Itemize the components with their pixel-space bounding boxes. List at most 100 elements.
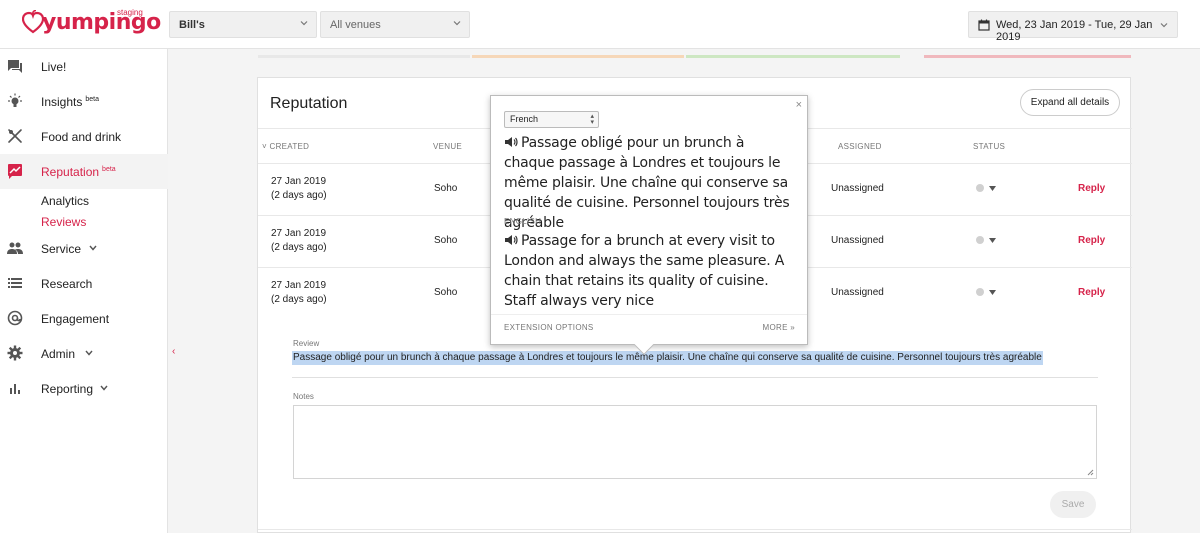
column-header-venue[interactable]: VENUE — [433, 142, 462, 151]
sidebar-item-research[interactable]: Research — [0, 266, 168, 301]
status-indicator[interactable] — [976, 236, 984, 244]
divider — [258, 529, 1132, 530]
staging-badge: staging — [117, 8, 143, 17]
assigned-cell[interactable]: Unassigned — [831, 287, 884, 298]
sidebar-item-label: Food and drink — [41, 130, 122, 144]
review-label: Review — [293, 339, 320, 348]
expand-all-details-button[interactable]: Expand all details — [1020, 89, 1120, 116]
select-arrows-icon: ▴ ▾ — [590, 113, 594, 126]
caret-down-icon[interactable] — [989, 290, 996, 295]
gear-icon — [7, 345, 23, 361]
sidebar-subitem-reviews[interactable]: Reviews — [41, 215, 86, 229]
status-indicator[interactable] — [976, 184, 984, 192]
save-button[interactable]: Save — [1050, 491, 1096, 518]
notes-textarea[interactable] — [293, 405, 1097, 479]
assigned-cell[interactable]: Unassigned — [831, 235, 884, 246]
beta-badge: beta — [85, 96, 99, 103]
extension-options-link[interactable]: EXTENSION OPTIONS — [504, 323, 594, 332]
sidebar-item-reputation[interactable]: Reputation beta — [0, 154, 168, 189]
reply-button[interactable]: Reply — [1078, 183, 1105, 194]
sidebar-item-live[interactable]: Live! — [0, 49, 168, 84]
close-icon[interactable]: × — [796, 99, 802, 111]
reply-button[interactable]: Reply — [1078, 235, 1105, 246]
sidebar-item-food-and-drink[interactable]: Food and drink — [0, 119, 168, 154]
bar-chart-icon — [10, 384, 20, 394]
venue-cell: Soho — [434, 183, 458, 194]
chevron-down-icon — [89, 245, 97, 251]
list-icon — [8, 278, 22, 288]
speaker-icon[interactable] — [504, 234, 518, 246]
notes-label: Notes — [293, 392, 314, 401]
sidebar-item-label: Insights beta — [41, 95, 99, 109]
date-range-picker[interactable]: Wed, 23 Jan 2019 - Tue, 29 Jan 2019 — [968, 11, 1178, 43]
date-range-text: Wed, 23 Jan 2019 - Tue, 29 Jan 2019 — [996, 19, 1153, 43]
translation-popup: × French ▴ ▾ Passage obligé pour un brunc… — [490, 95, 808, 355]
sidebar-item-label: Reputation beta — [41, 165, 116, 179]
assigned-cell[interactable]: Unassigned — [831, 183, 884, 194]
organisation-select[interactable]: Bill's — [169, 11, 317, 38]
target-language-label: ENGLISH — [504, 217, 542, 226]
calendar-icon — [978, 19, 990, 31]
column-header-status[interactable]: STATUS — [973, 142, 1005, 151]
at-icon — [7, 310, 23, 326]
lightbulb-icon — [8, 93, 22, 107]
score-bar-segment — [686, 55, 900, 58]
source-text: Passage obligé pour un brunch à chaque p… — [504, 135, 790, 231]
resize-handle-icon[interactable] — [1087, 469, 1094, 476]
sidebar-collapse-toggle[interactable]: ‹ — [172, 346, 175, 357]
organisation-select-value: Bill's — [179, 19, 205, 31]
sidebar: Live! Insights beta Food and drink Reputa… — [0, 49, 168, 533]
cutlery-icon — [8, 129, 22, 143]
speaker-icon[interactable] — [504, 136, 518, 148]
chevron-down-icon — [300, 21, 308, 26]
sidebar-item-label: Service — [41, 242, 82, 256]
source-language-select[interactable]: French ▴ ▾ — [504, 111, 599, 128]
created-cell: 27 Jan 2019 (2 days ago) — [271, 228, 327, 253]
caret-down-icon[interactable] — [989, 238, 996, 243]
created-cell: 27 Jan 2019 (2 days ago) — [271, 176, 327, 201]
status-indicator[interactable] — [976, 288, 984, 296]
sidebar-subitem-analytics[interactable]: Analytics — [41, 194, 89, 208]
sidebar-item-insights[interactable]: Insights beta — [0, 84, 168, 119]
reputation-icon — [8, 164, 22, 179]
venue-select-value: All venues — [330, 19, 381, 31]
beta-badge: beta — [102, 166, 116, 173]
sidebar-item-service[interactable]: Service — [0, 231, 168, 266]
score-bar-segment — [258, 55, 470, 58]
source-language-value: French — [510, 114, 539, 124]
review-text[interactable]: Passage obligé pour un brunch à chaque p… — [292, 351, 1043, 365]
venue-select[interactable]: All venues — [320, 11, 470, 38]
translated-text: Passage for a brunch at every visit to L… — [504, 233, 785, 309]
logo-text: yumpingo — [42, 10, 161, 35]
yumpingo-logo[interactable]: yumpingo staging — [22, 8, 161, 40]
caret-down-icon[interactable] — [989, 186, 996, 191]
sidebar-item-admin[interactable]: Admin — [0, 336, 168, 371]
chevron-down-icon — [85, 350, 93, 356]
people-icon — [7, 242, 23, 254]
page-title: Reputation — [270, 95, 348, 112]
score-bar-segment — [472, 55, 684, 58]
more-link[interactable]: MORE » — [763, 323, 795, 332]
column-header-assigned[interactable]: ASSIGNED — [838, 142, 882, 151]
sidebar-item-label: Engagement — [41, 312, 110, 326]
score-bar-segment — [924, 55, 1131, 58]
created-cell: 27 Jan 2019 (2 days ago) — [271, 280, 327, 305]
sidebar-item-label: Admin — [41, 347, 76, 361]
chevron-down-icon — [100, 385, 108, 391]
chevron-down-icon — [1160, 23, 1168, 28]
divider — [491, 314, 807, 315]
venue-cell: Soho — [434, 287, 458, 298]
heart-fruit-icon — [22, 10, 44, 34]
top-bar: yumpingo staging Bill's All venues Wed, … — [0, 0, 1200, 49]
sidebar-item-reporting[interactable]: Reporting — [0, 371, 168, 406]
reply-button[interactable]: Reply — [1078, 287, 1105, 298]
chevron-down-icon — [453, 21, 461, 26]
divider — [292, 377, 1098, 378]
chat-icon — [8, 60, 22, 73]
sidebar-item-label: Live! — [41, 60, 67, 74]
sidebar-item-engagement[interactable]: Engagement — [0, 301, 168, 336]
venue-cell: Soho — [434, 235, 458, 246]
sidebar-item-label: Research — [41, 277, 93, 291]
sidebar-item-label: Reporting — [41, 382, 94, 396]
column-header-created[interactable]: ˅ CREATED — [262, 142, 309, 151]
